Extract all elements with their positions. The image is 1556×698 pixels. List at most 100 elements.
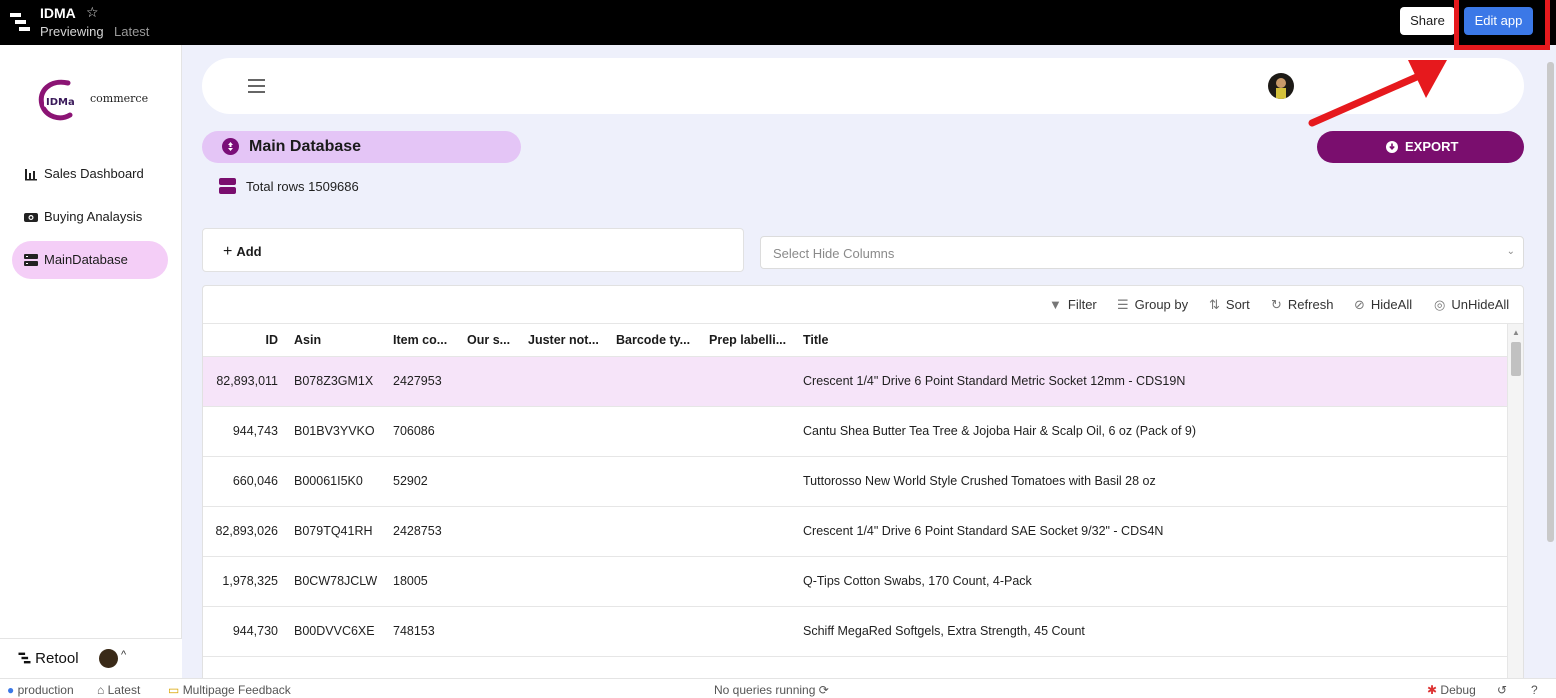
hide-columns-select[interactable]: Select Hide Columns ⌄: [760, 236, 1524, 269]
retool-logo-icon[interactable]: [10, 12, 30, 32]
cell-asin: B079TQ41RH: [294, 524, 373, 538]
cell-title: Tuttorosso New World Style Crushed Tomat…: [803, 474, 1156, 488]
page-scrollbar[interactable]: [1545, 50, 1556, 678]
tag-icon: ⌂: [97, 683, 105, 697]
cell-id: 82,893,026: [215, 524, 278, 538]
table-scrollbar[interactable]: ▲: [1507, 324, 1523, 684]
cell-id: 1,978,325: [222, 574, 278, 588]
database-badge-icon: [222, 138, 239, 155]
status-dot-icon: ●: [7, 683, 15, 697]
mode-label: Previewing: [40, 24, 104, 39]
group-by-button[interactable]: ☰ Group by: [1117, 297, 1188, 313]
filter-button[interactable]: ▼ Filter: [1049, 297, 1097, 312]
annotation-highlight-box: [1454, 0, 1550, 50]
download-icon: [1386, 141, 1398, 153]
table-row[interactable]: 1,978,325 B0CW78JCLW 18005 Q-Tips Cotton…: [203, 556, 1507, 606]
page-scroll-thumb[interactable]: [1547, 62, 1554, 542]
column-header-our-s[interactable]: Our s...: [467, 333, 519, 347]
page-title-pill: Main Database: [202, 131, 521, 163]
table-row[interactable]: 82,893,011 B078Z3GM1X 2427953 Crescent 1…: [203, 356, 1507, 406]
sidebar-item-label: Sales Dashboard: [44, 166, 144, 181]
column-header-juster-note[interactable]: Juster not...: [528, 333, 608, 347]
cell-item-code: 706086: [393, 424, 435, 438]
total-rows-label: Total rows 1509686: [246, 179, 359, 194]
eye-off-icon: ⊘: [1354, 297, 1365, 312]
column-header-item-code[interactable]: Item co...: [393, 333, 459, 347]
cell-id: 944,730: [232, 624, 278, 638]
user-avatar[interactable]: [99, 649, 118, 668]
column-header-barcode-type[interactable]: Barcode ty...: [616, 333, 702, 347]
cell-asin: B00DVVC6XE: [294, 624, 375, 638]
sort-button[interactable]: ⇅ Sort: [1209, 297, 1250, 313]
sidebar-footer: Retool ^: [0, 638, 182, 678]
cell-title: Crescent 1/4" Drive 6 Point Standard SAE…: [803, 524, 1164, 538]
version-label[interactable]: Latest: [114, 24, 149, 39]
feedback-indicator[interactable]: ▭ Multipage Feedback: [168, 683, 291, 697]
chevron-down-icon: ⌄: [1506, 246, 1515, 257]
sidebar-item-label: Buying Analaysis: [44, 209, 143, 224]
export-button[interactable]: EXPORT: [1317, 131, 1524, 163]
data-table: ▼ Filter ☰ Group by ⇅ Sort ↻ Refresh ⊘ HideAl…: [202, 285, 1524, 685]
column-header-asin[interactable]: Asin: [294, 333, 384, 347]
sidebar-item-sales-dashboard[interactable]: Sales Dashboard: [12, 155, 168, 193]
add-button[interactable]: + Add: [202, 228, 744, 272]
rows-icon: [219, 178, 236, 194]
cell-item-code: 748153: [393, 624, 435, 638]
brand-word: commerce: [90, 92, 149, 105]
table-row[interactable]: 944,730 B00DVVC6XE 748153 Schiff MegaRed…: [203, 606, 1507, 656]
column-header-title[interactable]: Title: [803, 333, 1003, 347]
svg-text:IDMa: IDMa: [46, 97, 75, 108]
share-button[interactable]: Share: [1400, 7, 1455, 35]
add-label: Add: [236, 244, 262, 259]
table-row[interactable]: 82,893,026 B079TQ41RH 2428753 Crescent 1…: [203, 506, 1507, 556]
cell-title: Schiff MegaRed Softgels, Extra Strength,…: [803, 624, 1085, 638]
hamburger-menu-icon[interactable]: [248, 79, 265, 93]
sidebar-item-main-database[interactable]: MainDatabase: [12, 241, 168, 279]
hide-all-button[interactable]: ⊘ HideAll: [1354, 297, 1412, 313]
refresh-icon: ↻: [1271, 297, 1282, 312]
table-scroll-thumb[interactable]: [1511, 342, 1521, 376]
header-avatar[interactable]: [1268, 73, 1294, 99]
star-icon[interactable]: ☆: [86, 4, 99, 21]
page-title: Main Database: [249, 138, 362, 155]
version-indicator[interactable]: ⌂ Latest: [97, 683, 140, 697]
retool-footer-text: Retool: [35, 650, 79, 667]
hide-columns-placeholder: Select Hide Columns: [773, 246, 895, 261]
queries-status: No queries running ⟳: [714, 683, 829, 697]
env-indicator[interactable]: ● production: [7, 683, 74, 697]
cell-id: 944,743: [232, 424, 278, 438]
cell-title: Crescent 1/4" Drive 6 Point Standard Met…: [803, 374, 1186, 388]
column-header-id[interactable]: ID: [223, 333, 279, 347]
app-name: IDMA: [40, 5, 76, 21]
scroll-up-icon[interactable]: ▲: [1512, 328, 1520, 337]
cell-title: Q-Tips Cotton Swabs, 170 Count, 4-Pack: [803, 574, 1032, 588]
cell-item-code: 2428753: [393, 524, 442, 538]
table-header: ID Asin Item co... Our s... Juster not..…: [203, 324, 1507, 356]
cell-title: Cantu Shea Butter Tea Tree & Jojoba Hair…: [803, 424, 1197, 438]
refresh-button[interactable]: ↻ Refresh: [1271, 297, 1333, 313]
annotation-arrow-icon: [1308, 60, 1447, 127]
retool-mark-icon: [18, 652, 31, 664]
unhide-all-button[interactable]: ◎ UnHideAll: [1434, 297, 1509, 313]
cell-id: 660,046: [232, 474, 278, 488]
cell-id: 82,893,011: [216, 374, 278, 388]
sidebar-item-buying-analysis[interactable]: Buying Analaysis: [12, 198, 168, 236]
table-row[interactable]: 660,046 B00061I5K0 52902 Tuttorosso New …: [203, 456, 1507, 506]
camera-icon: [24, 213, 38, 222]
sort-icon: ⇅: [1209, 297, 1220, 312]
cell-item-code: 2427953: [393, 374, 442, 388]
sidebar: IDMa commerce Sales Dashboard Buying Ana…: [0, 45, 182, 678]
retool-footer-logo[interactable]: Retool: [18, 650, 79, 667]
status-bar: ● production ⌂ Latest ▭ Multipage Feedba…: [0, 678, 1556, 698]
cell-asin: B0CW78JCLW: [294, 574, 378, 588]
table-row[interactable]: 944,743 B01BV3YVKO 706086 Cantu Shea But…: [203, 406, 1507, 456]
help-icon[interactable]: ?: [1531, 683, 1538, 697]
history-icon[interactable]: ↺: [1497, 683, 1507, 697]
table-toolbar: ▼ Filter ☰ Group by ⇅ Sort ↻ Refresh ⊘ HideAl…: [203, 286, 1523, 324]
column-header-prep-labelling[interactable]: Prep labelli...: [709, 333, 793, 347]
plus-icon: +: [223, 243, 233, 260]
debug-button[interactable]: ✱ Debug: [1427, 683, 1476, 697]
chevron-up-icon[interactable]: ^: [121, 649, 126, 661]
database-icon: [24, 254, 38, 266]
sidebar-item-label: MainDatabase: [44, 252, 128, 267]
